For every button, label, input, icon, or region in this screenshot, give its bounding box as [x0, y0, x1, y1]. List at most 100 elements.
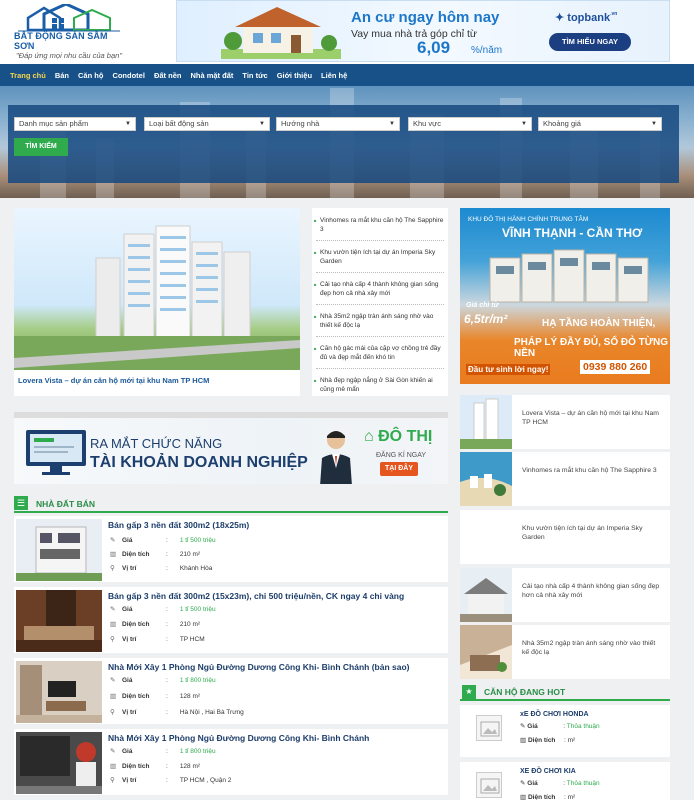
- listing-image[interactable]: [16, 732, 102, 794]
- listing-image[interactable]: [16, 590, 102, 652]
- section-sale-title[interactable]: NHÀ ĐẤT BÁN: [36, 499, 95, 509]
- ad-right-phone: 0939 880 260: [580, 360, 651, 374]
- attic-thumb: [460, 625, 512, 679]
- tag-icon: ✎: [520, 780, 528, 787]
- select-loai-bds[interactable]: Loại bất động sản ▼: [144, 117, 270, 131]
- listing-card[interactable]: Bán gấp 3 nền đất 300m2 (18x25m) ✎ Giá:1 …: [14, 516, 448, 582]
- tag-icon: ✎: [520, 723, 528, 730]
- nav-item-nha-mat-dat[interactable]: Nhà mặt đất: [190, 71, 233, 80]
- news-item[interactable]: Căn hộ gác mái của cặp vợ chồng trẻ đầy …: [312, 344, 448, 362]
- banner-rate: 6,09: [417, 38, 451, 57]
- site-logo[interactable]: BẤT ĐỘNG SẢN SẦM SƠN "Đáp ứng mọi nhu cầ…: [14, 2, 124, 60]
- side-news-title[interactable]: Cải tạo nhà cấp 4 thành không gian sống …: [522, 582, 664, 600]
- side-news-image[interactable]: [460, 395, 512, 449]
- side-news-image[interactable]: [460, 510, 512, 564]
- select-khu-vuc-value: Khu vực: [413, 119, 441, 128]
- listing-title[interactable]: Bán gấp 3 nền đất 300m2 (18x25m): [108, 520, 249, 530]
- listing-image[interactable]: [16, 661, 102, 723]
- nav-item-gioi-thieu[interactable]: Giới thiệu: [277, 71, 312, 80]
- hot-price-value: Thỏa thuận: [566, 723, 600, 730]
- nav-item-can-ho[interactable]: Căn hộ: [78, 71, 103, 80]
- side-news-image[interactable]: [460, 452, 512, 506]
- image-placeholder-icon[interactable]: [476, 772, 502, 798]
- area-icon: ▥: [110, 551, 117, 558]
- hot-area-label: Diện tích: [527, 737, 556, 744]
- image-placeholder-icon[interactable]: [476, 715, 502, 741]
- side-news-item[interactable]: Cải tạo nhà cấp 4 thành không gian sống …: [460, 568, 670, 622]
- business-account-banner[interactable]: RA MẮT CHỨC NĂNG TÀI KHOẢN DOANH NGHIỆP …: [14, 412, 448, 484]
- hot-section-title[interactable]: CĂN HỘ ĐANG HOT: [484, 687, 565, 697]
- side-news-image[interactable]: [460, 568, 512, 622]
- hot-item-name[interactable]: xE ĐỒ CHƠI HONDA: [520, 711, 589, 718]
- biz-banner-cta-button[interactable]: TẠI ĐÂY: [380, 462, 418, 476]
- featured-article-image[interactable]: [14, 208, 300, 370]
- ad-right-line7: Đầu tư sinh lời ngay!: [466, 364, 551, 375]
- listing-card[interactable]: Bán gấp 3 nền đất 300m2 (15x23m), chỉ 50…: [14, 587, 448, 653]
- side-news-item[interactable]: Vinhomes ra mắt khu căn hộ The Sapphire …: [460, 452, 670, 506]
- banner-rate-unit: %/năm: [471, 45, 503, 56]
- news-item[interactable]: Nhà đẹp ngập nắng ở Sài Gòn khiến ai cũn…: [312, 376, 448, 394]
- featured-article[interactable]: Lovera Vista – dự án căn hộ mới tại khu …: [14, 208, 300, 396]
- nav-item-trang-chu[interactable]: Trang chủ: [10, 71, 46, 80]
- biz-banner-register: ĐĂNG KÍ NGAY: [376, 452, 427, 459]
- area-icon: ▥: [520, 794, 528, 800]
- listing-title[interactable]: Nhà Mới Xây 1 Phòng Ngủ Đường Dương Công…: [108, 662, 409, 672]
- ad-right-line5: HẠ TẦNG HOÀN THIỆN,: [542, 318, 656, 329]
- location-label: Vị trí: [122, 709, 137, 716]
- news-item[interactable]: Khu vườn tiện ích tại dự án Imperia Sky …: [312, 248, 448, 266]
- select-khoang-gia[interactable]: Khoảng giá ▼: [538, 117, 662, 131]
- list-icon: ☰: [14, 496, 28, 510]
- biz-banner-line2: TÀI KHOẢN DOANH NGHIỆP: [90, 454, 308, 471]
- side-news-title[interactable]: Lovera Vista – dự án căn hộ mới tại khu …: [522, 409, 664, 427]
- listing-title[interactable]: Nhà Mới Xây 1 Phòng Ngủ Đường Dương Công…: [108, 733, 369, 743]
- listing-image[interactable]: [16, 519, 102, 581]
- location-label: Vị trí: [122, 636, 137, 643]
- nav-item-condotel[interactable]: Condotel: [112, 71, 145, 80]
- listing-title[interactable]: Bán gấp 3 nền đất 300m2 (15x23m), chỉ 50…: [108, 591, 404, 601]
- side-news-image[interactable]: [460, 625, 512, 679]
- listing-price-row: ✎ Giá:1 tỉ 500 triệu: [110, 606, 216, 613]
- featured-article-caption[interactable]: Lovera Vista – dự án căn hộ mới tại khu …: [18, 376, 209, 385]
- decor-room-image: [16, 732, 102, 794]
- listing-card[interactable]: Nhà Mới Xây 1 Phòng Ngủ Đường Dương Công…: [14, 658, 448, 724]
- hot-item[interactable]: XE ĐỒ CHƠI KIA ✎ Giá: Thỏa thuận ▥ Diện …: [460, 762, 670, 800]
- nav-item-ban[interactable]: Bán: [55, 71, 69, 80]
- banner-brand-suffix: .vn: [610, 11, 618, 17]
- area-icon: ▥: [110, 621, 117, 628]
- search-button[interactable]: TÌM KIẾM: [14, 138, 68, 156]
- nav-item-lien-he[interactable]: Liên hệ: [321, 71, 347, 80]
- chevron-down-icon: ▼: [259, 121, 265, 127]
- ad-right-line3: Giá chỉ từ: [466, 302, 499, 309]
- banner-cta-button[interactable]: TÌM HIỂU NGAY: [549, 33, 631, 51]
- listing-price-row: ✎ Giá:1 tỉ 800 triệu: [110, 677, 216, 684]
- hot-item-name[interactable]: XE ĐỒ CHƠI KIA: [520, 768, 576, 775]
- select-khu-vuc[interactable]: Khu vực ▼: [408, 117, 532, 131]
- nav-item-dat-nen[interactable]: Đất nền: [154, 71, 182, 80]
- side-news-title[interactable]: Vinhomes ra mắt khu căn hộ The Sapphire …: [522, 466, 664, 475]
- select-huong-nha[interactable]: Hướng nhà ▼: [276, 117, 400, 131]
- news-item[interactable]: Vinhomes ra mắt khu căn hộ The Sapphire …: [312, 216, 448, 234]
- side-news-item[interactable]: Khu vườn tiện ích tại dự án Imperia Sky …: [460, 510, 670, 564]
- tag-icon: ✎: [110, 606, 116, 613]
- area-label: Diện tích: [122, 693, 150, 700]
- select-danh-muc[interactable]: Danh mục sản phẩm ▼: [14, 117, 136, 131]
- house-logo-icon: [18, 2, 120, 32]
- hot-item-area-row: ▥ Diện tích: m²: [520, 737, 576, 744]
- side-news-title[interactable]: Nhà 35m2 ngập tràn ánh sáng nhờ vào thiế…: [522, 639, 664, 657]
- side-news-title[interactable]: Khu vườn tiện ích tại dự án Imperia Sky …: [522, 524, 664, 542]
- hot-item[interactable]: xE ĐỒ CHƠI HONDA ✎ Giá: Thỏa thuận ▥ Diệ…: [460, 705, 670, 757]
- banner-title: An cư ngay hôm nay: [351, 9, 500, 26]
- nav-item-tin-tuc[interactable]: Tin tức: [242, 71, 267, 80]
- ad-right-line4: 6,5tr/m²: [464, 312, 508, 326]
- search-form: Danh mục sản phẩm ▼ Loại bất động sản ▼ …: [8, 105, 679, 183]
- chevron-down-icon: ▼: [651, 121, 657, 127]
- news-item[interactable]: Cải tạo nhà cấp 4 thành không gian sống …: [312, 280, 448, 298]
- map-pin-icon: ⚲: [110, 565, 115, 572]
- right-banner-ad[interactable]: KHU ĐÔ THỊ HÀNH CHÍNH TRUNG TÂM VĨNH THẠ…: [460, 208, 670, 384]
- top-banner-ad[interactable]: An cư ngay hôm nay Vay mua nhà trả góp c…: [176, 0, 670, 62]
- listing-card[interactable]: Nhà Mới Xây 1 Phòng Ngủ Đường Dương Công…: [14, 729, 448, 795]
- side-news-item[interactable]: Lovera Vista – dự án căn hộ mới tại khu …: [460, 395, 670, 449]
- news-item[interactable]: Nhà 35m2 ngập tràn ánh sáng nhờ vào thiế…: [312, 312, 448, 330]
- side-news-item[interactable]: Nhà 35m2 ngập tràn ánh sáng nhờ vào thiế…: [460, 625, 670, 679]
- banner-brand-name: topbank: [567, 12, 611, 24]
